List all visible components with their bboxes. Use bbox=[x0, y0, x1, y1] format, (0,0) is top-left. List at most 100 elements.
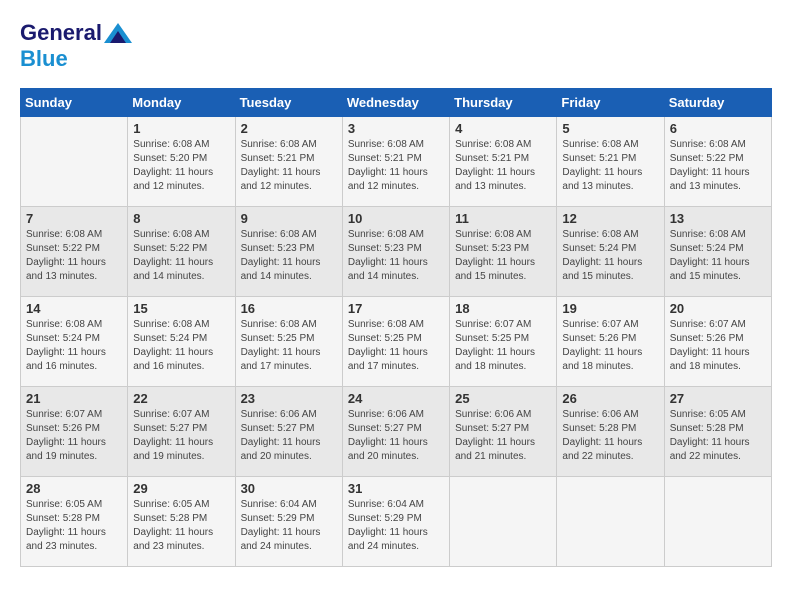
day-number: 8 bbox=[133, 211, 229, 226]
weekday-header: Tuesday bbox=[235, 89, 342, 117]
weekday-header: Friday bbox=[557, 89, 664, 117]
calendar-day-cell: 22 Sunrise: 6:07 AMSunset: 5:27 PMDayligh… bbox=[128, 387, 235, 477]
calendar-week-row: 7 Sunrise: 6:08 AMSunset: 5:22 PMDaylight… bbox=[21, 207, 772, 297]
calendar-day-cell: 2 Sunrise: 6:08 AMSunset: 5:21 PMDaylight… bbox=[235, 117, 342, 207]
calendar-day-cell: 16 Sunrise: 6:08 AMSunset: 5:25 PMDayligh… bbox=[235, 297, 342, 387]
day-info: Sunrise: 6:08 AMSunset: 5:25 PMDaylight:… bbox=[348, 318, 444, 374]
day-number: 7 bbox=[26, 211, 122, 226]
day-number: 12 bbox=[562, 211, 658, 226]
day-info: Sunrise: 6:06 AMSunset: 5:27 PMDaylight:… bbox=[348, 408, 444, 464]
calendar-day-cell: 1 Sunrise: 6:08 AMSunset: 5:20 PMDaylight… bbox=[128, 117, 235, 207]
calendar-day-cell bbox=[557, 477, 664, 567]
day-info: Sunrise: 6:08 AMSunset: 5:22 PMDaylight:… bbox=[133, 228, 229, 284]
calendar-day-cell: 19Sunrise: 6:07 AMSunset: 5:26 PMDayligh… bbox=[557, 297, 664, 387]
day-number: 15 bbox=[133, 301, 229, 316]
calendar-day-cell: 11 Sunrise: 6:08 AMSunset: 5:23 PMDayligh… bbox=[450, 207, 557, 297]
day-info: Sunrise: 6:07 AMSunset: 5:25 PMDaylight:… bbox=[455, 318, 551, 374]
day-info: Sunrise: 6:04 AMSunset: 5:29 PMDaylight:… bbox=[348, 498, 444, 554]
calendar-day-cell: 9 Sunrise: 6:08 AMSunset: 5:23 PMDaylight… bbox=[235, 207, 342, 297]
logo-general: General bbox=[20, 20, 102, 46]
day-number: 14 bbox=[26, 301, 122, 316]
day-number: 24 bbox=[348, 391, 444, 406]
calendar-day-cell: 21Sunrise: 6:07 AMSunset: 5:26 PMDayligh… bbox=[21, 387, 128, 477]
calendar-week-row: 14 Sunrise: 6:08 AMSunset: 5:24 PMDayligh… bbox=[21, 297, 772, 387]
calendar-day-cell: 18 Sunrise: 6:07 AMSunset: 5:25 PMDayligh… bbox=[450, 297, 557, 387]
day-info: Sunrise: 6:07 AMSunset: 5:26 PMDaylight:… bbox=[26, 408, 122, 464]
day-number: 16 bbox=[241, 301, 337, 316]
calendar-day-cell: 25Sunrise: 6:06 AMSunset: 5:27 PMDayligh… bbox=[450, 387, 557, 477]
day-info: Sunrise: 6:08 AMSunset: 5:21 PMDaylight:… bbox=[241, 138, 337, 194]
weekday-header: Monday bbox=[128, 89, 235, 117]
calendar-day-cell: 23Sunrise: 6:06 AMSunset: 5:27 PMDayligh… bbox=[235, 387, 342, 477]
calendar-day-cell: 17Sunrise: 6:08 AMSunset: 5:25 PMDayligh… bbox=[342, 297, 449, 387]
calendar-day-cell: 13 Sunrise: 6:08 AMSunset: 5:24 PMDayligh… bbox=[664, 207, 771, 297]
day-info: Sunrise: 6:06 AMSunset: 5:28 PMDaylight:… bbox=[562, 408, 658, 464]
day-info: Sunrise: 6:08 AMSunset: 5:21 PMDaylight:… bbox=[455, 138, 551, 194]
day-number: 22 bbox=[133, 391, 229, 406]
calendar-week-row: 28 Sunrise: 6:05 AMSunset: 5:28 PMDayligh… bbox=[21, 477, 772, 567]
day-info: Sunrise: 6:08 AMSunset: 5:21 PMDaylight:… bbox=[348, 138, 444, 194]
calendar-day-cell: 3Sunrise: 6:08 AMSunset: 5:21 PMDaylight… bbox=[342, 117, 449, 207]
day-info: Sunrise: 6:08 AMSunset: 5:23 PMDaylight:… bbox=[241, 228, 337, 284]
calendar-day-cell: 8 Sunrise: 6:08 AMSunset: 5:22 PMDaylight… bbox=[128, 207, 235, 297]
calendar-day-cell bbox=[664, 477, 771, 567]
day-number: 1 bbox=[133, 121, 229, 136]
day-info: Sunrise: 6:05 AMSunset: 5:28 PMDaylight:… bbox=[670, 408, 766, 464]
day-number: 18 bbox=[455, 301, 551, 316]
calendar-day-cell: 10 Sunrise: 6:08 AMSunset: 5:23 PMDayligh… bbox=[342, 207, 449, 297]
logo-icon bbox=[104, 23, 132, 43]
day-info: Sunrise: 6:05 AMSunset: 5:28 PMDaylight:… bbox=[133, 498, 229, 554]
weekday-header: Wednesday bbox=[342, 89, 449, 117]
calendar-day-cell: 6 Sunrise: 6:08 AMSunset: 5:22 PMDaylight… bbox=[664, 117, 771, 207]
calendar-day-cell bbox=[450, 477, 557, 567]
calendar-day-cell: 4 Sunrise: 6:08 AMSunset: 5:21 PMDaylight… bbox=[450, 117, 557, 207]
page-header: General Blue bbox=[20, 20, 772, 72]
day-number: 13 bbox=[670, 211, 766, 226]
day-info: Sunrise: 6:07 AMSunset: 5:27 PMDaylight:… bbox=[133, 408, 229, 464]
day-number: 9 bbox=[241, 211, 337, 226]
calendar-week-row: 21Sunrise: 6:07 AMSunset: 5:26 PMDayligh… bbox=[21, 387, 772, 477]
day-number: 30 bbox=[241, 481, 337, 496]
day-number: 31 bbox=[348, 481, 444, 496]
calendar-day-cell: 30Sunrise: 6:04 AMSunset: 5:29 PMDayligh… bbox=[235, 477, 342, 567]
day-number: 20 bbox=[670, 301, 766, 316]
day-info: Sunrise: 6:08 AMSunset: 5:25 PMDaylight:… bbox=[241, 318, 337, 374]
day-info: Sunrise: 6:08 AMSunset: 5:23 PMDaylight:… bbox=[348, 228, 444, 284]
day-info: Sunrise: 6:07 AMSunset: 5:26 PMDaylight:… bbox=[562, 318, 658, 374]
day-info: Sunrise: 6:08 AMSunset: 5:20 PMDaylight:… bbox=[133, 138, 229, 194]
day-info: Sunrise: 6:08 AMSunset: 5:24 PMDaylight:… bbox=[670, 228, 766, 284]
day-number: 2 bbox=[241, 121, 337, 136]
calendar-day-cell: 28 Sunrise: 6:05 AMSunset: 5:28 PMDayligh… bbox=[21, 477, 128, 567]
day-number: 5 bbox=[562, 121, 658, 136]
calendar-day-cell: 14 Sunrise: 6:08 AMSunset: 5:24 PMDayligh… bbox=[21, 297, 128, 387]
day-number: 10 bbox=[348, 211, 444, 226]
weekday-header-row: SundayMondayTuesdayWednesdayThursdayFrid… bbox=[21, 89, 772, 117]
day-number: 6 bbox=[670, 121, 766, 136]
calendar-day-cell: 31 Sunrise: 6:04 AMSunset: 5:29 PMDayligh… bbox=[342, 477, 449, 567]
calendar-day-cell: 20 Sunrise: 6:07 AMSunset: 5:26 PMDayligh… bbox=[664, 297, 771, 387]
calendar-day-cell: 29 Sunrise: 6:05 AMSunset: 5:28 PMDayligh… bbox=[128, 477, 235, 567]
day-info: Sunrise: 6:06 AMSunset: 5:27 PMDaylight:… bbox=[241, 408, 337, 464]
calendar-day-cell: 5 Sunrise: 6:08 AMSunset: 5:21 PMDaylight… bbox=[557, 117, 664, 207]
calendar-day-cell: 15 Sunrise: 6:08 AMSunset: 5:24 PMDayligh… bbox=[128, 297, 235, 387]
day-info: Sunrise: 6:05 AMSunset: 5:28 PMDaylight:… bbox=[26, 498, 122, 554]
day-number: 28 bbox=[26, 481, 122, 496]
weekday-header: Thursday bbox=[450, 89, 557, 117]
calendar-day-cell bbox=[21, 117, 128, 207]
day-number: 25 bbox=[455, 391, 551, 406]
day-info: Sunrise: 6:07 AMSunset: 5:26 PMDaylight:… bbox=[670, 318, 766, 374]
calendar-day-cell: 12Sunrise: 6:08 AMSunset: 5:24 PMDayligh… bbox=[557, 207, 664, 297]
calendar-day-cell: 26Sunrise: 6:06 AMSunset: 5:28 PMDayligh… bbox=[557, 387, 664, 477]
day-info: Sunrise: 6:08 AMSunset: 5:24 PMDaylight:… bbox=[26, 318, 122, 374]
day-number: 11 bbox=[455, 211, 551, 226]
day-info: Sunrise: 6:08 AMSunset: 5:23 PMDaylight:… bbox=[455, 228, 551, 284]
day-number: 29 bbox=[133, 481, 229, 496]
day-info: Sunrise: 6:08 AMSunset: 5:22 PMDaylight:… bbox=[670, 138, 766, 194]
day-number: 27 bbox=[670, 391, 766, 406]
calendar-week-row: 1 Sunrise: 6:08 AMSunset: 5:20 PMDaylight… bbox=[21, 117, 772, 207]
day-info: Sunrise: 6:08 AMSunset: 5:24 PMDaylight:… bbox=[133, 318, 229, 374]
logo-blue: Blue bbox=[20, 46, 68, 72]
weekday-header: Sunday bbox=[21, 89, 128, 117]
day-number: 4 bbox=[455, 121, 551, 136]
day-info: Sunrise: 6:08 AMSunset: 5:21 PMDaylight:… bbox=[562, 138, 658, 194]
